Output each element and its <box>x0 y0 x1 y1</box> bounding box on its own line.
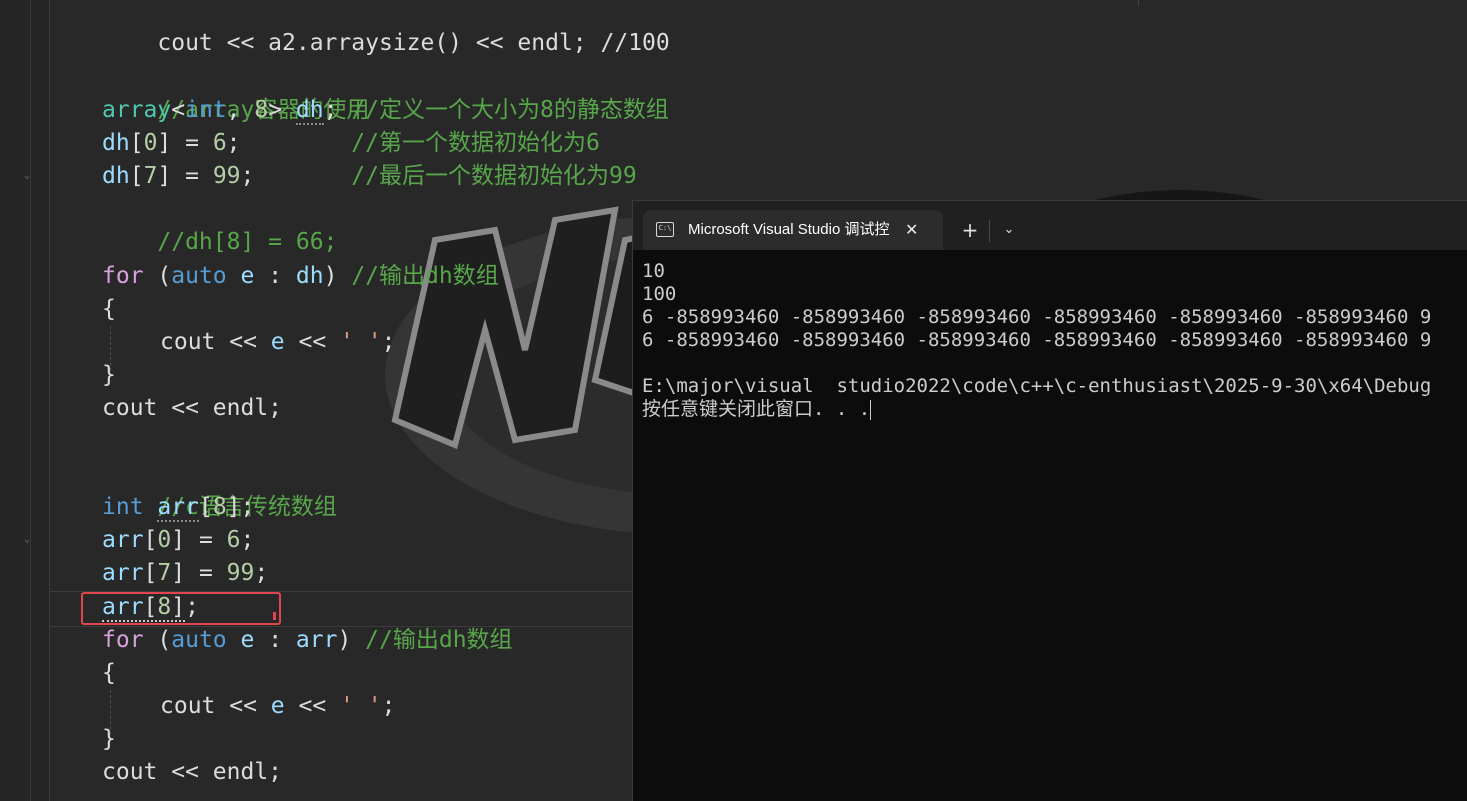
code-line: cout << a2.arraysize() << endl; //100 <box>102 0 669 56</box>
code-comment: //第一个数据初始化为6 <box>351 130 600 156</box>
code-number: 7 <box>157 560 172 586</box>
code-line: { <box>102 293 116 326</box>
console-output-line: 6 -858993460 -858993460 -858993460 -8589… <box>642 306 1432 328</box>
code-line: } <box>102 723 116 756</box>
code-line: cout << e << ' '; <box>160 329 396 355</box>
console-output-line: 6 -858993460 -858993460 -858993460 -8589… <box>642 329 1432 351</box>
code-line: for (auto e : dh) //输出dh数组 <box>102 263 499 289</box>
fold-collapse-icon[interactable]: ⌄ <box>24 535 32 545</box>
code-variable: dh <box>295 97 324 125</box>
code-line: } <box>102 359 116 392</box>
code-comment: //最后一个数据初始化为99 <box>351 163 637 189</box>
code-line: //dh[8] = 66; <box>102 193 337 255</box>
code-identifier: endl <box>212 395 269 421</box>
console-titlebar[interactable]: C:\ Microsoft Visual Studio 调试控 ✕ + ⌄ <box>633 201 1467 250</box>
code-comment: //输出dh数组 <box>365 627 513 653</box>
code-comment: //定义一个大小为8的静态数组 <box>351 97 669 123</box>
code-number: 0 <box>143 130 158 156</box>
code-variable: e <box>270 693 285 719</box>
code-brace: } <box>102 362 116 388</box>
code-line: dh[0] = 6; //第一个数据初始化为6 <box>102 130 600 156</box>
console-prompt-text: 按任意键关闭此窗口. . . <box>642 398 871 420</box>
code-number: 6 <box>212 130 227 156</box>
code-variable: arr <box>102 560 144 586</box>
code-line: arr[0] = 6; <box>102 527 255 553</box>
code-line: { <box>102 657 116 690</box>
code-variable: dh <box>295 263 324 289</box>
code-number: 7 <box>143 163 158 189</box>
code-line: arr[7] = 99; <box>102 560 269 586</box>
annotation-highlight-tick <box>273 612 276 620</box>
code-line: array<int, 8> dh; //定义一个大小为8的静态数组 <box>102 97 669 125</box>
code-keyword: auto <box>171 627 227 653</box>
code-variable: dh <box>102 130 130 156</box>
console-output-line: E:\major\visual studio2022\code\c++\c-en… <box>642 375 1432 397</box>
code-line: //array容器的使用 <box>102 61 369 123</box>
close-icon[interactable]: ✕ <box>905 210 918 250</box>
code-brace: { <box>102 660 116 686</box>
code-brace: } <box>102 726 116 752</box>
code-keyword: int <box>185 97 227 123</box>
code-keyword: int <box>102 494 144 520</box>
console-output-line: 10 <box>642 260 665 282</box>
code-string: ' ' <box>340 329 382 355</box>
code-number: 0 <box>157 527 172 553</box>
fold-collapse-icon[interactable]: ⌄ <box>24 171 32 181</box>
code-variable: dh <box>102 163 130 189</box>
code-line: int arr[8]; <box>102 494 255 522</box>
code-number: 8 <box>254 97 269 123</box>
terminal-icon: C:\ <box>656 222 674 237</box>
code-variable: e <box>240 263 255 289</box>
gutter-divider <box>49 0 50 801</box>
code-variable: arr <box>102 527 144 553</box>
editor-gutter <box>0 0 50 801</box>
console-output-line: 按任意键关闭此窗口. . . <box>642 398 1467 421</box>
code-line: cout << endl; <box>102 759 283 785</box>
tab-divider <box>989 220 990 242</box>
code-keyword: auto <box>171 263 227 289</box>
annotation-highlight-box <box>81 592 281 625</box>
new-tab-button[interactable]: + <box>959 210 981 250</box>
code-comment: //dh[8] = 66; <box>157 229 338 255</box>
debug-console-window[interactable]: C:\ Microsoft Visual Studio 调试控 ✕ + ⌄ 10… <box>632 200 1467 801</box>
code-brace: { <box>102 296 116 322</box>
code-line: for (auto e : arr) //输出dh数组 <box>102 627 513 653</box>
console-output-line: 100 <box>642 283 677 305</box>
chevron-down-icon[interactable]: ⌄ <box>999 210 1019 250</box>
code-text: cout << a2.arraysize() << endl; //100 <box>157 30 670 56</box>
navigation-bar-fragment <box>1138 0 1467 6</box>
code-number: 8 <box>212 494 227 520</box>
code-identifier: cout <box>160 693 216 719</box>
code-number: 99 <box>212 163 241 189</box>
code-variable: e <box>240 627 255 653</box>
code-number: 6 <box>226 527 241 553</box>
code-identifier: cout <box>102 395 158 421</box>
code-line: cout << endl; <box>102 395 283 421</box>
code-number: 99 <box>226 560 255 586</box>
code-identifier: cout <box>160 329 216 355</box>
code-keyword: for <box>102 627 144 653</box>
console-tab-title: Microsoft Visual Studio 调试控 <box>688 221 890 238</box>
code-type: array <box>102 97 172 123</box>
code-line: dh[7] = 99; //最后一个数据初始化为99 <box>102 163 637 189</box>
code-variable: e <box>270 329 285 355</box>
code-variable: arr <box>295 627 338 653</box>
code-variable: arr <box>157 494 199 522</box>
code-identifier: cout <box>102 759 158 785</box>
code-line: cout << e << ' '; <box>160 693 396 719</box>
gutter-divider <box>30 0 31 801</box>
code-keyword: for <box>102 263 144 289</box>
code-comment: //输出dh数组 <box>351 263 499 289</box>
code-line: //c语言传统数组 <box>102 458 337 520</box>
console-output[interactable]: 10 100 6 -858993460 -858993460 -85899346… <box>642 260 1467 421</box>
console-tab[interactable]: C:\ Microsoft Visual Studio 调试控 ✕ <box>643 210 943 250</box>
code-identifier: endl <box>212 759 269 785</box>
text-cursor <box>870 399 872 420</box>
code-string: ' ' <box>340 693 382 719</box>
